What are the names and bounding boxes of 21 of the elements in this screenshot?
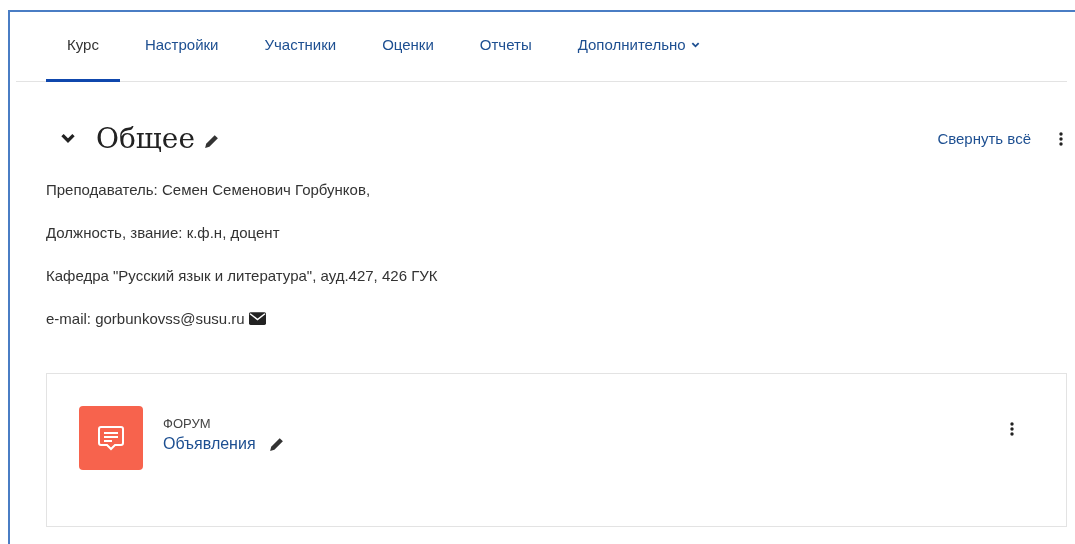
forum-icon	[79, 406, 143, 470]
chevron-icon[interactable]	[60, 133, 76, 144]
email-text: e-mail: gorbunkovss@susu.ru	[46, 310, 245, 327]
info-text: Преподаватель: Семен Семенович Горбунков,	[46, 181, 372, 198]
collapse-all-link[interactable]: Свернуть всё	[937, 130, 1031, 147]
pencil-icon[interactable]	[203, 133, 220, 150]
activity-link[interactable]: Объявления	[163, 435, 256, 453]
more-menu-icon[interactable]	[1059, 131, 1063, 146]
nav-tab[interactable]: Участники	[243, 12, 358, 82]
nav-tab[interactable]: Оценки	[361, 12, 455, 82]
info-text: Кафедра "Русский язык и литература", ауд.427, 426 ГУК	[46, 267, 439, 284]
nav-tab[interactable]: Дополнительно	[556, 12, 721, 82]
section-title: Общее	[96, 122, 195, 155]
activity-type: ФОРУМ	[163, 416, 212, 431]
envelope-icon	[248, 312, 266, 325]
pencil-icon[interactable]	[267, 435, 285, 453]
nav-tab[interactable]: Отчеты	[458, 12, 553, 82]
nav-tab[interactable]: Курс	[46, 12, 120, 82]
info-text: Должность, звание: к.ф.н, доцент	[46, 224, 281, 241]
more-menu-icon[interactable]	[1010, 422, 1014, 436]
nav-tab[interactable]: Настройки	[123, 12, 240, 82]
